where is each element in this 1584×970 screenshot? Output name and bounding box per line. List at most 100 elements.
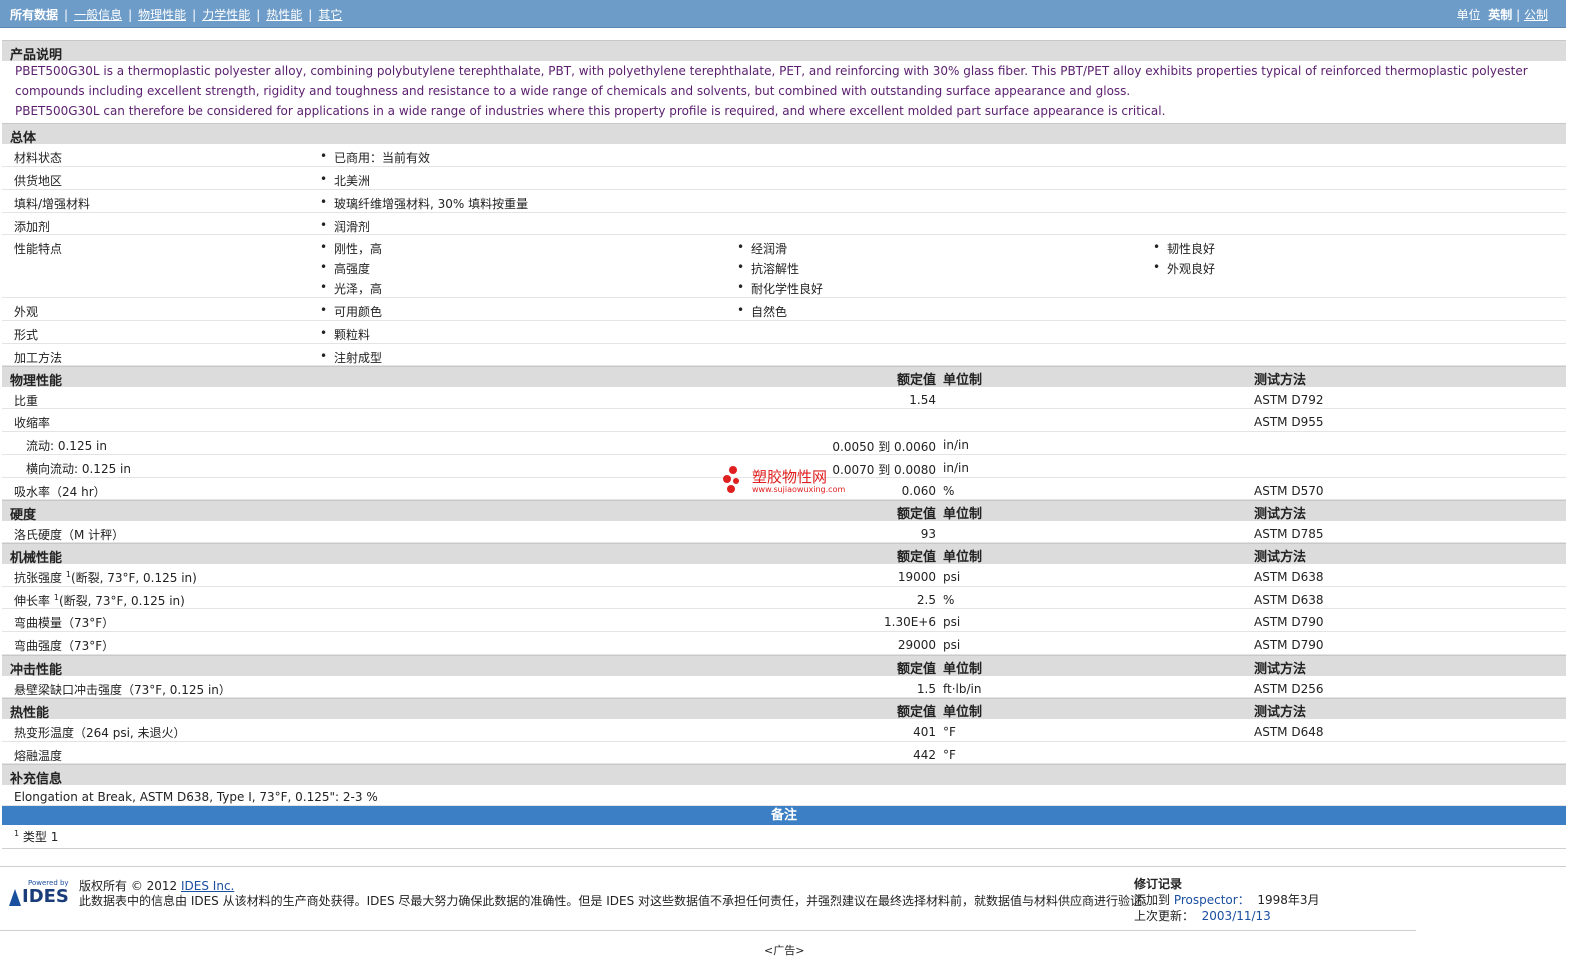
table-row: 弯曲强度（73°F） 29000 psi ASTM D790 xyxy=(2,632,1566,655)
list-item: 抗溶解性 xyxy=(737,260,799,277)
column-header-method: 测试方法 xyxy=(1254,662,1307,677)
row-label: 弯曲模量（73°F） xyxy=(14,616,115,630)
property-name: 伸长率 xyxy=(14,594,51,608)
column-header-value: 额定值 xyxy=(896,373,936,388)
row-label: 形式 xyxy=(14,328,39,342)
list-item: 高强度 xyxy=(320,260,370,277)
notes-header: 备注 xyxy=(2,806,1566,825)
row-value: 0.0070 到 0.0080 xyxy=(832,463,936,477)
table-row: 热变形温度（264 psi, 未退火） 401 °F ASTM D648 xyxy=(2,719,1566,742)
tab-all-data[interactable]: 所有数据 xyxy=(10,8,58,22)
table-row: 收缩率 ASTM D955 xyxy=(2,409,1566,432)
row-label: 洛氏硬度（M 计秤） xyxy=(14,528,125,542)
revision-title: 修订记录 xyxy=(1134,877,1183,891)
row-value: 1.30E+6 xyxy=(884,615,936,629)
nav-tabs: 所有数据 | 一般信息 | 物理性能 | 力学性能 | 热性能 | 其它 xyxy=(10,6,342,23)
nav-separator: | xyxy=(256,8,261,22)
logo-text: IDES xyxy=(22,886,69,907)
row-method: ASTM D790 xyxy=(1254,638,1324,652)
ad-label[interactable]: <广告> xyxy=(764,942,804,958)
tab-mechanical[interactable]: 力学性能 xyxy=(202,8,250,22)
row-label: 横向流动: 0.125 in xyxy=(26,462,131,476)
footnote: 1 类型 1 xyxy=(14,828,58,845)
row-value: 29000 xyxy=(897,638,936,652)
section-header-hardness: 硬度 额定值 单位制 测试方法 xyxy=(2,500,1566,523)
row-label: 伸长率 1(断裂, 73°F, 0.125 in) xyxy=(14,592,185,609)
watermark-logo: 塑胶物性网 www.sujiaowuxing.com xyxy=(722,464,845,497)
list-item: 已商用：当前有效 xyxy=(320,149,430,166)
list-item: 韧性良好 xyxy=(1153,240,1215,257)
tab-other[interactable]: 其它 xyxy=(318,8,342,22)
watermark-url: www.sujiaowuxing.com xyxy=(752,485,846,494)
revision-history: 修订记录 添加到 Prospector： 1998年3月 上次更新： 2003/… xyxy=(1134,876,1320,924)
row-unit: in/in xyxy=(943,461,969,475)
section-header-supplementary: 补充信息 xyxy=(2,764,1566,787)
unit-imperial[interactable]: 英制 xyxy=(1488,8,1512,22)
table-row: 伸长率 1(断裂, 73°F, 0.125 in) 2.5 % ASTM D63… xyxy=(2,587,1566,609)
row-value: 19000 xyxy=(897,570,936,584)
ides-swoosh-icon xyxy=(9,889,21,906)
row-method: ASTM D785 xyxy=(1254,527,1324,541)
row-value: 1.54 xyxy=(909,393,936,407)
property-name: 抗张强度 xyxy=(14,571,63,585)
table-row: 悬壁梁缺口冲击强度（73°F, 0.125 in） 1.5 ft·lb/in A… xyxy=(2,676,1566,698)
column-header-value: 额定值 xyxy=(896,507,936,522)
added-where: Prospector： xyxy=(1173,893,1250,907)
unit-label: 单位 xyxy=(1456,8,1481,22)
tab-thermal[interactable]: 热性能 xyxy=(266,8,302,22)
list-item: 耐化学性良好 xyxy=(737,280,823,297)
row-label: 加工方法 xyxy=(14,351,63,365)
column-header-value: 额定值 xyxy=(896,705,936,720)
ad-divider xyxy=(0,930,1416,931)
row-method: ASTM D648 xyxy=(1254,725,1324,739)
row-value: 93 xyxy=(920,527,936,541)
footnote-text: 类型 1 xyxy=(22,830,59,844)
footer: Powered by IDES 版权所有 © 2012 IDES Inc. 此数… xyxy=(0,866,1566,935)
tab-general-info[interactable]: 一般信息 xyxy=(74,8,122,22)
column-header-method: 测试方法 xyxy=(1254,705,1307,720)
table-row: 添加剂 润滑剂 xyxy=(2,213,1566,235)
section-header-physical: 物理性能 额定值 单位制 测试方法 xyxy=(2,366,1566,389)
list-item: 注射成型 xyxy=(320,349,382,366)
column-header-value: 额定值 xyxy=(896,662,936,677)
unit-metric[interactable]: 公制 xyxy=(1524,8,1548,22)
updated-label: 上次更新： xyxy=(1134,909,1195,923)
ides-company-link[interactable]: IDES Inc. xyxy=(181,879,234,893)
column-header-method: 测试方法 xyxy=(1254,550,1307,565)
list-item: 可用颜色 xyxy=(320,303,382,320)
datasheet: 产品说明 PBET500G30L is a thermoplastic poly… xyxy=(2,40,1566,849)
table-row: 形式 颗粒料 xyxy=(2,321,1566,344)
list-item: 自然色 xyxy=(737,303,787,320)
column-header-unit: 单位制 xyxy=(943,662,983,677)
row-label: 填料/增强材料 xyxy=(14,197,91,211)
row-unit: % xyxy=(943,484,955,498)
row-label: 弯曲强度（73°F） xyxy=(14,639,115,653)
row-method: ASTM D256 xyxy=(1254,682,1324,696)
table-row: 抗张强度 1(断裂, 73°F, 0.125 in) 19000 psi AST… xyxy=(2,564,1566,587)
product-description: PBET500G30L is a thermoplastic polyester… xyxy=(2,61,1566,123)
row-unit: psi xyxy=(943,615,961,629)
table-row: 填料/增强材料 玻璃纤维增强材料, 30% 填料按重量 xyxy=(2,190,1566,213)
supplementary-text: Elongation at Break, ASTM D638, Type I, … xyxy=(14,790,378,804)
row-unit: °F xyxy=(943,748,956,762)
watermark-dots-icon xyxy=(723,466,739,493)
row-label: 添加剂 xyxy=(14,220,51,234)
table-row: 流动: 0.125 in 0.0050 到 0.0060 in/in xyxy=(2,432,1566,455)
top-nav-bar: 所有数据 | 一般信息 | 物理性能 | 力学性能 | 热性能 | 其它 单位 英制 | 公制 xyxy=(0,0,1566,28)
table-row: 弯曲模量（73°F） 1.30E+6 psi ASTM D790 xyxy=(2,609,1566,632)
row-label: 收缩率 xyxy=(14,416,51,430)
ides-logo[interactable]: Powered by IDES xyxy=(8,879,70,907)
row-unit: °F xyxy=(943,725,956,739)
list-item: 颗粒料 xyxy=(320,326,370,343)
section-header-general: 总体 xyxy=(2,123,1566,146)
nav-separator: | xyxy=(192,8,197,22)
column-header-unit: 单位制 xyxy=(943,373,983,388)
tab-physical[interactable]: 物理性能 xyxy=(138,8,186,22)
table-row: 性能特点 刚性，高 高强度 光泽，高 经润滑 抗溶解性 耐化学性良好 韧性良好 … xyxy=(2,235,1566,298)
description-paragraph: PBET500G30L is a thermoplastic polyester… xyxy=(15,64,1528,98)
row-label: 熔融温度 xyxy=(14,749,63,763)
row-value: 1.5 xyxy=(916,682,936,696)
section-header-description: 产品说明 xyxy=(2,40,1566,63)
list-item: 外观良好 xyxy=(1153,260,1215,277)
row-unit: psi xyxy=(943,638,961,652)
